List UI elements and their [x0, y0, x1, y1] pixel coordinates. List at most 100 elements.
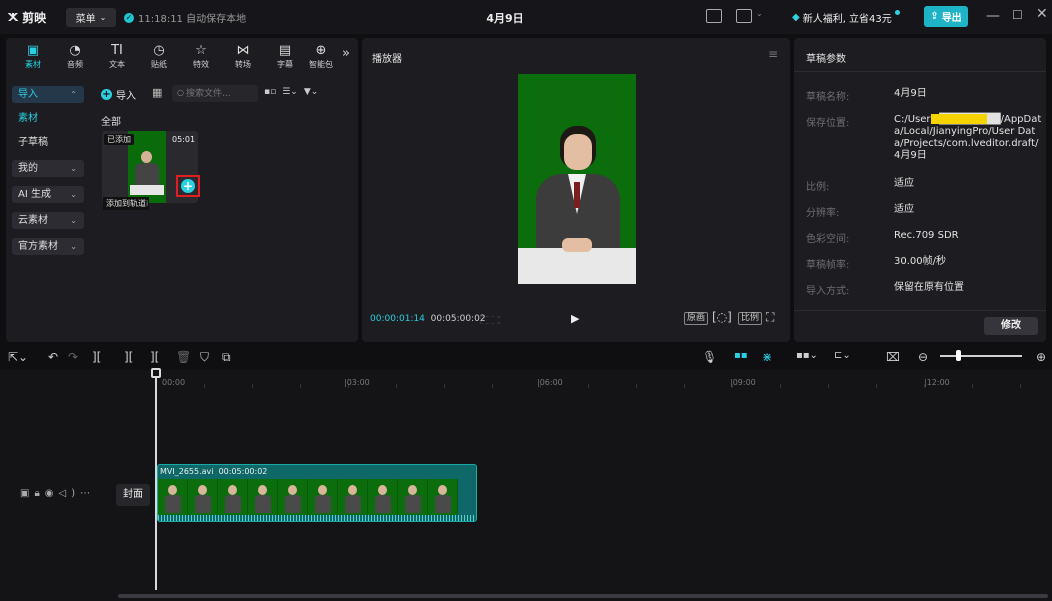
chevron-down-icon[interactable]: ⌄ — [756, 9, 763, 18]
tab-transition[interactable]: ⋈ 转场 — [224, 42, 262, 70]
ruler-label: |03:00 — [344, 378, 370, 387]
sidebar-item-cloud[interactable]: 云素材 ⌄ — [12, 212, 84, 229]
more-tabs-icon[interactable]: » — [342, 46, 350, 61]
added-badge: 已添加 — [104, 134, 134, 145]
tab-audio[interactable]: ◔ 音频 — [56, 42, 94, 70]
main-track-link-icon[interactable]: ▪▪ — [734, 350, 748, 361]
draft-name-label: 草稿名称: — [806, 92, 850, 103]
media-icon: ▣ — [26, 43, 40, 58]
sidebar-item-ai-generate[interactable]: AI 生成 ⌄ — [12, 186, 84, 203]
modify-button[interactable]: 修改 — [984, 317, 1038, 335]
sidebar-item-import[interactable]: 导入 ⌃ — [12, 86, 84, 103]
menu-icon[interactable]: ≡ — [768, 47, 778, 61]
export-button[interactable]: ⇪ 导出 — [924, 6, 968, 27]
tab-text[interactable]: TI 文本 — [98, 42, 136, 70]
media-name: i — [146, 199, 149, 208]
fullscreen-icon[interactable]: ⛶ — [766, 310, 774, 325]
split-icon[interactable]: ][ — [92, 350, 101, 364]
transition-icon: ⋈ — [236, 43, 250, 58]
frame-rate-label: 草稿帧率: — [806, 260, 850, 271]
draft-properties-panel: 草稿参数 草稿名称: 4月9日 保存位置: C:/Users/████████/… — [794, 38, 1046, 342]
tab-subtitle[interactable]: ▤ 字幕 — [266, 42, 304, 70]
cover-button[interactable]: 封面 — [116, 484, 150, 506]
playhead-handle[interactable] — [151, 368, 161, 378]
timeline-mode-icon[interactable] — [480, 316, 500, 324]
sidebar-item-official[interactable]: 官方素材 ⌄ — [12, 238, 84, 255]
clip-frame — [218, 479, 248, 515]
clip-frame — [248, 479, 278, 515]
zoom-out-icon[interactable]: ⊖ — [918, 350, 928, 364]
tab-effects[interactable]: ☆ 特效 — [182, 42, 220, 70]
split-left-icon[interactable]: ][ — [124, 350, 133, 364]
view-toggle-icon[interactable]: ▪▫ — [264, 87, 276, 97]
chevron-down-icon: ⌄ — [70, 242, 77, 251]
microphone-icon[interactable]: 🎙 — [702, 350, 717, 364]
add-to-track-button[interactable]: + — [176, 175, 200, 197]
lock-icon[interactable]: 🔒︎ — [34, 488, 44, 499]
audio-icon[interactable]: ◁) — [59, 488, 81, 499]
menu-button[interactable]: 菜单 ⌄ — [66, 8, 116, 27]
maximize-icon[interactable]: ☐ — [1012, 8, 1023, 22]
fit-view-icon[interactable]: [◌] — [712, 310, 732, 324]
zoom-slider-handle[interactable] — [956, 350, 961, 361]
audio-icon: ◔ — [69, 43, 81, 58]
clip-frame — [158, 479, 188, 515]
text-icon: TI — [111, 43, 123, 58]
undo-icon[interactable]: ↶ — [48, 350, 58, 364]
clip-frame — [308, 479, 338, 515]
person-hands — [562, 238, 592, 252]
sidebar-item-subdraft[interactable]: 子草稿 — [12, 134, 84, 151]
promo-link[interactable]: ◆ 新人福利, 立省43元 — [792, 10, 900, 25]
ratio-value: 适应 — [894, 178, 914, 189]
track-visibility-icon[interactable]: ▣ — [20, 488, 34, 499]
video-clip[interactable]: MVI_2655.avi 00:05:00:02 — [157, 464, 477, 522]
more-icon[interactable]: ⋯ — [80, 488, 95, 499]
horizontal-scrollbar[interactable] — [118, 594, 1048, 598]
person-head — [141, 151, 152, 163]
zoom-slider-track[interactable] — [940, 355, 1022, 357]
person-face — [564, 134, 592, 170]
crop-icon[interactable]: ⧉ — [222, 350, 231, 365]
layout-icon[interactable] — [736, 9, 752, 23]
sidebar-item-material[interactable]: 素材 — [12, 110, 84, 127]
split-right-icon[interactable]: ][ — [150, 350, 159, 364]
sort-icon[interactable]: ☰⌄ — [282, 87, 298, 97]
qr-grid-icon[interactable]: ▦ — [152, 86, 162, 99]
delete-icon[interactable]: 🗑 — [176, 350, 191, 364]
tab-sticker[interactable]: ◷ 贴纸 — [140, 42, 178, 70]
redo-icon[interactable]: ↷ — [68, 350, 78, 364]
autosave-status: ✓ 11:18:11 自动保存本地 — [124, 12, 247, 25]
shield-icon[interactable]: ⛉ — [200, 350, 209, 365]
select-tool-icon[interactable]: ⇱⌄ — [8, 350, 28, 364]
zoom-in-icon[interactable]: ⊕ — [1036, 350, 1046, 364]
original-quality-button[interactable]: 原画 — [684, 312, 709, 325]
all-filter-label[interactable]: 全部 — [101, 113, 121, 128]
view-options[interactable]: ▪▫ ☰⌄ ▼⌄ — [264, 87, 318, 97]
clip-label: MVI_2655.avi 00:05:00:02 — [160, 467, 268, 476]
subtitle-check-icon[interactable]: ⌧ — [886, 350, 900, 364]
color-space-label: 色彩空间: — [806, 234, 850, 245]
ratio-button[interactable]: 比例 — [738, 312, 763, 325]
search-input[interactable] — [172, 85, 258, 102]
app-logo: ⵅ 剪映 — [8, 11, 47, 25]
shortcut-icon[interactable] — [706, 9, 722, 23]
eye-icon[interactable]: ◉ — [45, 488, 59, 499]
play-icon[interactable]: ▶ — [571, 312, 579, 325]
playhead[interactable] — [155, 370, 157, 590]
minimize-icon[interactable]: — — [986, 8, 1000, 24]
tab-media[interactable]: ▣ 素材 — [14, 42, 52, 70]
chevron-down-icon: ⌄ — [70, 164, 77, 173]
close-icon[interactable]: ✕ — [1036, 6, 1048, 22]
player-title: 播放器 — [372, 54, 402, 65]
auto-snap-icon[interactable]: ⋇ — [762, 350, 772, 364]
linkage-icon[interactable]: ▪▪⌄ — [796, 350, 818, 361]
sidebar-item-mine[interactable]: 我的 ⌄ — [12, 160, 84, 177]
video-preview[interactable] — [518, 74, 636, 284]
effects-icon: ☆ — [195, 43, 207, 58]
filter-icon[interactable]: ▼⌄ — [304, 87, 318, 97]
tab-smart-pack[interactable]: ⊕ 智能包 — [302, 42, 340, 70]
ratio-label: 比例: — [806, 182, 830, 193]
import-button[interactable]: + 导入 — [101, 87, 136, 102]
clip-frame — [278, 479, 308, 515]
preview-axis-icon[interactable]: ⊏⌄ — [834, 350, 851, 361]
